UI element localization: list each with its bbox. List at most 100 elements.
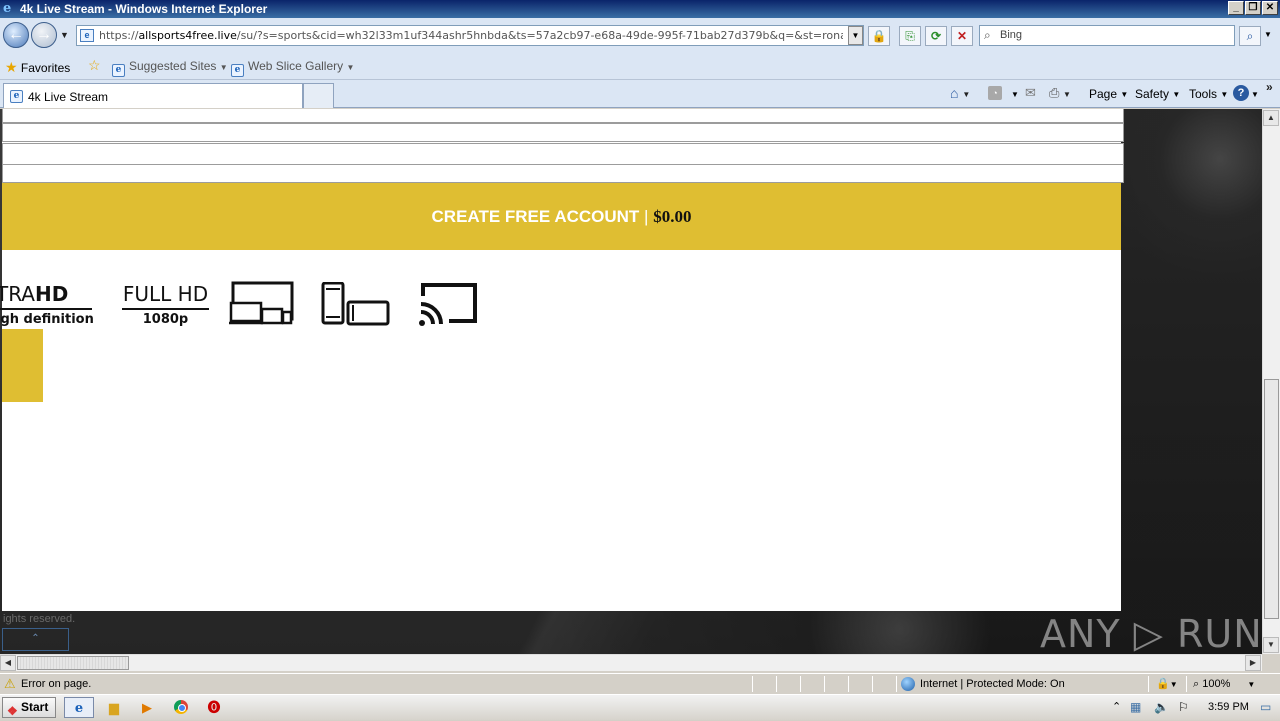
vertical-scrollbar[interactable]: ▲ ▼ [1262, 109, 1280, 654]
feature-full-hd-title: FULL HD [122, 282, 209, 306]
back-button[interactable]: ← [3, 22, 29, 48]
action-center-flag-icon[interactable]: ⚐ [1178, 700, 1189, 714]
vertical-scroll-thumb[interactable] [1264, 379, 1279, 619]
taskbar: ❖ Start e ▆ ▶ ⓿ ⌃ ▦ 🔈 ⚐ 3:59 PM ▭ [0, 694, 1280, 720]
taskbar-chrome-icon[interactable] [166, 697, 196, 718]
warning-icon[interactable]: ⚠ [4, 676, 16, 692]
zoom-level[interactable]: ⌕ 100% ▼ [1193, 678, 1255, 691]
taskbar-folder-icon[interactable]: ▆ [99, 697, 129, 718]
scrollbar-corner [1262, 654, 1280, 671]
chevron-down-icon: ▼ [1247, 680, 1256, 689]
windows-logo-icon: ❖ [7, 704, 18, 718]
favorites-button[interactable]: ★ Favorites [5, 59, 70, 76]
network-icon[interactable]: ▦ [1130, 700, 1141, 714]
phone-tablet-icon [321, 282, 390, 326]
suggested-sites-label: Suggested Sites [129, 59, 217, 73]
create-account-button[interactable]: CREATE FREE ACCOUNT | $0.00 [2, 183, 1121, 250]
protected-mode-lock-icon[interactable]: 🔒▼ [1156, 677, 1178, 690]
status-divider [824, 676, 825, 692]
ie-page-icon: e [231, 64, 244, 77]
search-options-dropdown-icon[interactable]: ▼ [1264, 30, 1272, 39]
address-bar[interactable]: e https://allsports4free.live/su/?s=spor… [76, 25, 864, 46]
url-text[interactable]: https://allsports4free.live/su/?s=sports… [99, 29, 843, 42]
horizontal-scroll-thumb[interactable] [17, 656, 129, 670]
security-zone-text[interactable]: Internet | Protected Mode: On [920, 678, 1065, 690]
show-desktop-icon[interactable]: ▭ [1260, 700, 1271, 714]
url-host: allsports4free.live [138, 29, 237, 42]
taskbar-internet-explorer[interactable]: e [64, 697, 94, 718]
status-message[interactable]: Error on page. [21, 678, 91, 690]
scroll-to-top-button[interactable]: ⌃ [2, 628, 69, 651]
feature-full-hd: FULL HD 1080p [122, 282, 209, 327]
scroll-right-arrow-icon[interactable]: ▶ [1245, 655, 1261, 671]
minimize-button[interactable]: _ [1228, 1, 1244, 15]
help-icon[interactable]: ? [1233, 85, 1249, 101]
cta-separator: | [644, 207, 649, 226]
close-button[interactable]: ✕ [1262, 1, 1278, 15]
history-dropdown-icon[interactable]: ▼ [60, 30, 69, 40]
show-hidden-icons-icon[interactable]: ⌃ [1112, 700, 1121, 713]
scroll-up-arrow-icon[interactable]: ▲ [1263, 110, 1279, 126]
search-input[interactable]: Bing [1000, 29, 1022, 41]
safety-menu-label: Safety [1135, 87, 1170, 101]
taskbar-opera-icon[interactable]: ⓿ [199, 697, 229, 718]
suggested-sites-link[interactable]: e Suggested Sites ▼ [112, 59, 228, 77]
forward-button[interactable]: → [31, 22, 57, 48]
restore-button[interactable]: ❐ [1245, 1, 1261, 15]
chevron-down-icon: ▼ [1220, 90, 1229, 99]
form-field-1[interactable] [2, 109, 1124, 123]
status-divider [872, 676, 873, 692]
tab-4k-live-stream[interactable]: e 4k Live Stream [3, 83, 303, 108]
address-dropdown-icon[interactable]: ▼ [848, 26, 863, 45]
chevron-down-icon: ▼ [219, 63, 228, 72]
refresh-icon[interactable]: ⟳ [925, 26, 947, 46]
taskbar-media-player-icon[interactable]: ▶ [132, 697, 162, 718]
feature-title-light: TRA [0, 282, 35, 306]
search-go-icon[interactable]: ⌕ [1239, 26, 1261, 46]
chevron-down-icon: ▼ [1120, 90, 1129, 99]
help-dropdown-icon[interactable]: ▼ [1251, 87, 1259, 101]
more-chevron-icon[interactable]: » [1266, 80, 1273, 94]
horizontal-scrollbar[interactable]: ◀ ▶ [0, 654, 1262, 671]
tools-menu[interactable]: Tools ▼ [1189, 87, 1228, 101]
url-path: /su/?s=sports&cid=wh32l33m1uf344ashr5hnb… [236, 29, 843, 42]
rss-feed-icon[interactable]: ◔ [988, 86, 1002, 100]
start-label: Start [21, 700, 49, 714]
scroll-left-arrow-icon[interactable]: ◀ [0, 655, 16, 671]
status-divider [752, 676, 753, 692]
form-field-2[interactable] [2, 123, 1124, 142]
status-divider [1148, 676, 1149, 692]
lock-icon[interactable]: 🔒 [868, 26, 890, 46]
mail-icon[interactable]: ✉ [1025, 85, 1036, 101]
add-to-favorites-icon[interactable]: ☆ [88, 57, 101, 74]
web-slice-gallery-link[interactable]: e Web Slice Gallery ▼ [231, 59, 354, 77]
status-divider [776, 676, 777, 692]
system-tray: ⌃ ▦ 🔈 ⚐ 3:59 PM ▭ [1108, 695, 1280, 721]
favorites-bar: ★ Favorites ☆ e Suggested Sites ▼ e Web Sl… [0, 54, 1280, 80]
compatibility-view-icon[interactable]: ⎘ [899, 26, 921, 46]
status-divider [896, 676, 897, 692]
start-button[interactable]: ❖ Start [2, 697, 56, 718]
search-box[interactable]: ⌕ Bing [979, 25, 1235, 46]
clock[interactable]: 3:59 PM [1208, 701, 1249, 713]
cta-text: CREATE FREE ACCOUNT | $0.00 [2, 207, 1121, 227]
chrome-icon [174, 700, 188, 714]
cast-icon [419, 283, 477, 326]
feeds-dropdown-icon[interactable]: ▼ [1011, 87, 1019, 101]
form-field-3[interactable] [2, 143, 1124, 165]
page-menu[interactable]: Page ▼ [1089, 87, 1128, 101]
status-divider [800, 676, 801, 692]
home-icon[interactable]: ⌂ ▼ [950, 85, 970, 101]
new-tab-button[interactable] [303, 83, 334, 108]
web-slice-gallery-label: Web Slice Gallery [248, 59, 344, 73]
multi-device-icon [229, 281, 294, 325]
volume-icon[interactable]: 🔈 [1154, 700, 1169, 714]
ie-logo-icon: e [3, 1, 12, 16]
form-field-4[interactable] [2, 164, 1124, 183]
safety-menu[interactable]: Safety ▼ [1135, 87, 1180, 101]
chevron-down-icon: ▼ [1172, 90, 1181, 99]
cta-price: $0.00 [653, 207, 692, 226]
print-icon[interactable]: ⎙ ▼ [1049, 85, 1071, 101]
scroll-down-arrow-icon[interactable]: ▼ [1263, 637, 1279, 653]
stop-icon[interactable]: ✕ [951, 26, 973, 46]
